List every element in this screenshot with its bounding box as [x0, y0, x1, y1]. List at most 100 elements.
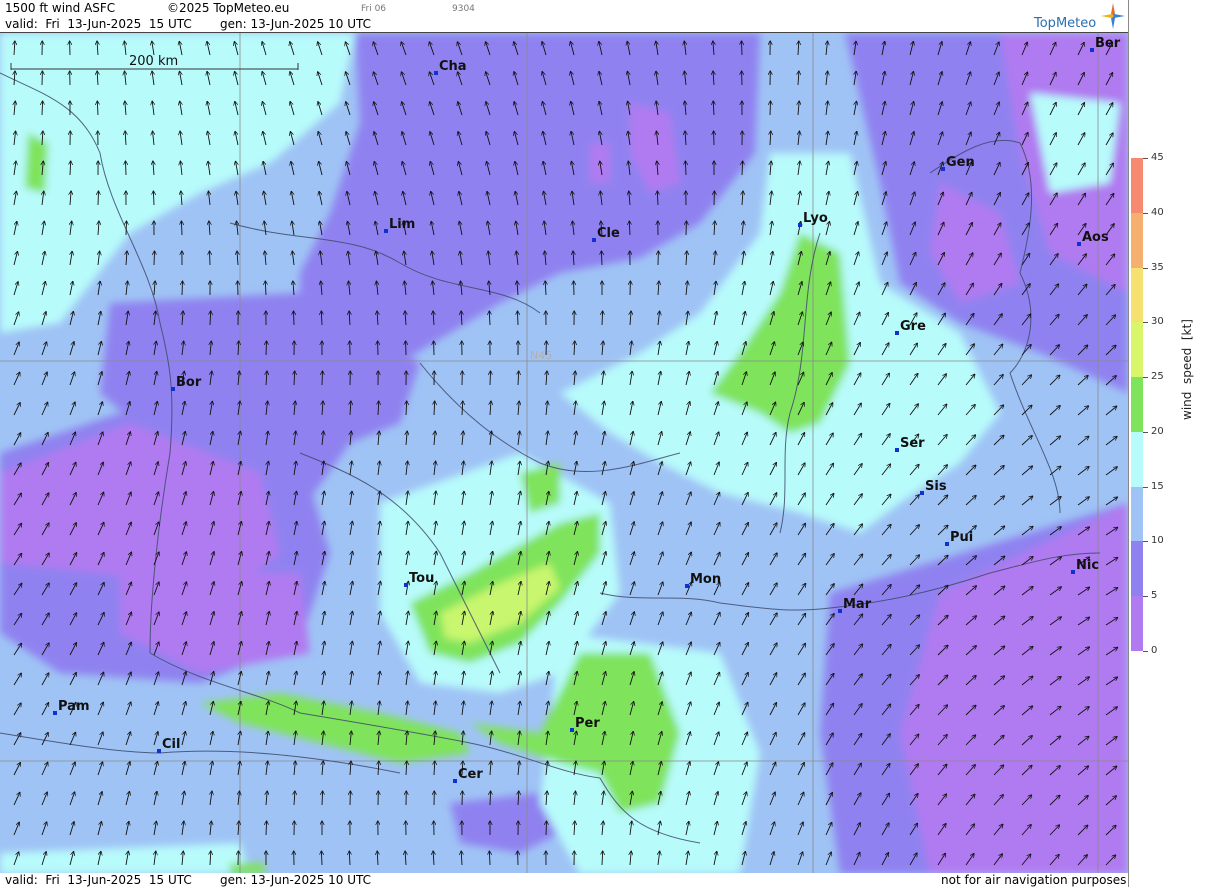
city-marker-tou[interactable]: Tou [404, 571, 434, 587]
city-dot [1071, 570, 1075, 574]
city-marker-mon[interactable]: Mon [685, 572, 721, 588]
wind-arrow [294, 311, 295, 326]
latitude-label: N45 [530, 349, 552, 362]
legend-tick-mark [1143, 322, 1148, 324]
city-marker-nic[interactable]: Nic [1071, 558, 1099, 574]
legend-color-segment [1131, 377, 1143, 433]
city-marker-aos[interactable]: Aos [1077, 230, 1109, 246]
city-marker-lim[interactable]: Lim [384, 217, 415, 233]
legend-tick-label: 5 [1151, 590, 1158, 602]
city-label: Cle [597, 226, 620, 241]
wind-arrow [321, 851, 322, 866]
city-marker-cer[interactable]: Cer [453, 767, 483, 783]
city-label: Cha [439, 59, 467, 74]
legend-tick-label: 35 [1151, 261, 1164, 273]
legend-tick-label: 15 [1151, 480, 1164, 492]
city-label: Gre [900, 319, 926, 334]
city-marker-lyo[interactable]: Lyo [798, 211, 828, 227]
wind-arrow [210, 251, 211, 266]
city-marker-cha[interactable]: Cha [434, 59, 467, 75]
wind-arrow [742, 161, 743, 176]
wind-map[interactable]: N45 200 km Cha Ber Lim Cle Lyo Gen Aos Gre Bor Se… [0, 32, 1128, 875]
city-marker-pam[interactable]: Pam [53, 699, 90, 715]
city-label: Mon [690, 572, 721, 587]
wind-arrow [154, 251, 155, 266]
city-dot [171, 387, 175, 391]
city-label: Bor [176, 375, 202, 390]
city-marker-bor[interactable]: Bor [171, 375, 202, 391]
city-label: Ser [900, 436, 925, 451]
city-marker-ser[interactable]: Ser [895, 436, 925, 452]
wind-map-canvas[interactable]: N45 200 km Cha Ber Lim Cle Lyo Gen Aos Gre Bor Se… [0, 33, 1128, 874]
city-label: Gen [946, 155, 975, 170]
header-small-1: Fri 06 [361, 4, 387, 14]
city-dot [53, 711, 57, 715]
wind-speed-legend: 45 40 35 30 25 20 15 10 5 0 [1128, 0, 1219, 887]
wind-arrow [490, 791, 491, 806]
city-label: Ber [1095, 36, 1121, 51]
footer-bar: valid: Fri 13-Jun-2025 15 UTC gen: 13-Ju… [0, 873, 1128, 887]
legend-tick-mark [1143, 596, 1148, 598]
copyright-text: ©2025 TopMeteo.eu [167, 1, 290, 15]
legend-tick-label: 30 [1151, 316, 1164, 328]
city-label: Mar [843, 597, 872, 612]
city-marker-sis[interactable]: Sis [920, 479, 947, 495]
legend-tick-label: 45 [1151, 152, 1164, 163]
city-marker-gre[interactable]: Gre [895, 319, 926, 335]
city-dot [570, 728, 574, 732]
wind-arrow [181, 221, 182, 236]
legend-tick-mark [1143, 431, 1148, 433]
header-small-2: 9304 [452, 4, 475, 14]
city-dot [838, 609, 842, 613]
wind-arrow [489, 851, 490, 866]
city-marker-gen[interactable]: Gen [941, 155, 975, 171]
city-dot [941, 167, 945, 171]
footer-valid-time: valid: Fri 13-Jun-2025 15 UTC [5, 873, 192, 887]
legend-tick-label: 20 [1151, 425, 1164, 437]
legend-tick-mark [1143, 541, 1148, 543]
city-dot [945, 542, 949, 546]
city-label: Nic [1076, 558, 1099, 573]
city-marker-per[interactable]: Per [570, 716, 600, 732]
city-dot [1077, 242, 1081, 246]
wind-arrow [182, 281, 183, 296]
city-label: Pam [58, 699, 90, 714]
legend-tick-label: 25 [1151, 371, 1164, 383]
city-label: Cil [162, 737, 180, 752]
wind-arrow [742, 41, 743, 56]
city-dot [798, 223, 802, 227]
disclaimer-text: not for air navigation purposes [941, 873, 1127, 887]
city-label: Sis [925, 479, 947, 494]
city-label: Aos [1082, 230, 1109, 245]
city-dot [453, 779, 457, 783]
city-marker-cle[interactable]: Cle [592, 226, 620, 242]
wind-arrow [322, 371, 323, 386]
topmeteo-logo-icon [1101, 3, 1125, 29]
wind-arrow [685, 161, 686, 176]
wind-arrow [42, 101, 43, 116]
legend-color-segment [1131, 596, 1143, 652]
wind-arrow [153, 191, 154, 206]
city-label: Per [575, 716, 600, 731]
wind-arrow [126, 161, 127, 176]
city-dot [685, 584, 689, 588]
city-dot [434, 71, 438, 75]
city-marker-pui[interactable]: Pui [945, 530, 973, 546]
city-marker-ber[interactable]: Ber [1090, 36, 1121, 52]
generated-time: gen: 13-Jun-2025 10 UTC [220, 17, 372, 31]
valid-time: valid: Fri 13-Jun-2025 15 UTC [5, 17, 192, 31]
legend-tick-mark [1143, 486, 1148, 488]
wind-arrow [602, 311, 603, 326]
city-label: Lyo [803, 211, 828, 226]
legend-color-segment [1131, 212, 1143, 269]
legend-tick-mark [1143, 267, 1148, 269]
city-marker-mar[interactable]: Mar [838, 597, 872, 613]
brand-name[interactable]: TopMeteo [1034, 16, 1096, 31]
legend-tick-mark [1143, 212, 1148, 214]
legend-tick-mark [1143, 651, 1148, 652]
city-label: Lim [389, 217, 415, 232]
city-label: Cer [458, 767, 483, 782]
scale-bar-label: 200 km [129, 54, 178, 69]
wind-arrow [266, 821, 267, 836]
legend-tick-label: 0 [1151, 645, 1158, 656]
